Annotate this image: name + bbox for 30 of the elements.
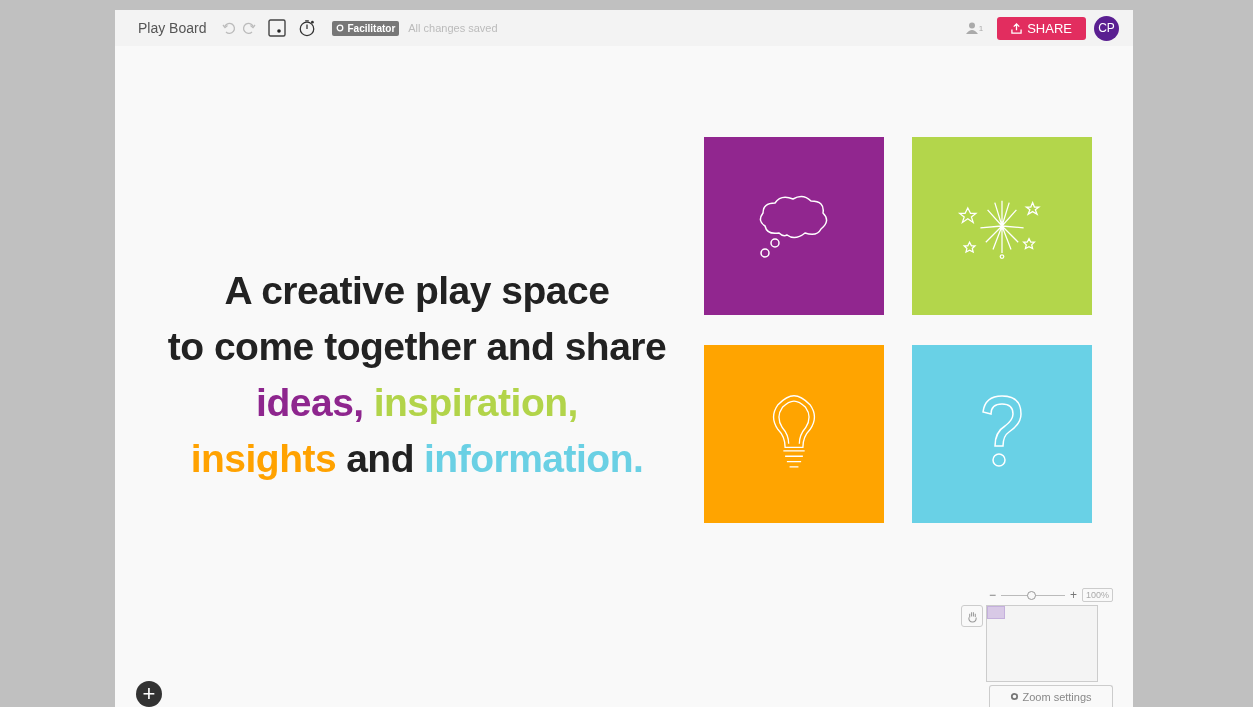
- headline-text: and: [346, 437, 414, 481]
- headline-text: to come together and share: [167, 325, 667, 369]
- participant-count: 1: [978, 23, 984, 33]
- pan-tool-button[interactable]: [961, 605, 983, 627]
- zoom-out-button[interactable]: −: [989, 588, 996, 602]
- headline-text: inspiration,: [373, 381, 578, 425]
- save-status: All changes saved: [408, 22, 498, 34]
- zoom-settings-button[interactable]: Zoom settings: [989, 685, 1113, 707]
- zoom-in-button[interactable]: +: [1069, 588, 1077, 602]
- sticky-note-icon[interactable]: [268, 19, 287, 37]
- board-title[interactable]: Play Board: [138, 20, 207, 36]
- minimap[interactable]: [986, 605, 1098, 682]
- redo-icon[interactable]: [242, 21, 257, 35]
- upload-icon: [1011, 22, 1023, 34]
- headline-text: insights: [190, 437, 337, 481]
- undo-icon[interactable]: [222, 21, 237, 35]
- add-button[interactable]: +: [136, 681, 162, 707]
- person-icon: [965, 22, 978, 34]
- hand-icon: [965, 609, 979, 623]
- timer-icon[interactable]: [298, 19, 317, 37]
- share-button[interactable]: SHARE: [997, 16, 1086, 40]
- headline-text: ideas,: [256, 381, 364, 425]
- user-avatar[interactable]: CP: [1094, 15, 1119, 41]
- badge-label: Facilitator: [347, 22, 396, 34]
- facilitator-badge[interactable]: Facilitator: [332, 20, 400, 36]
- headline-text: information.: [424, 437, 644, 481]
- slider-thumb[interactable]: [1027, 590, 1037, 600]
- zoom-percent: 100%: [1081, 588, 1113, 602]
- headline-text: A creative play space: [224, 269, 610, 313]
- minimap-viewport[interactable]: [987, 606, 1005, 619]
